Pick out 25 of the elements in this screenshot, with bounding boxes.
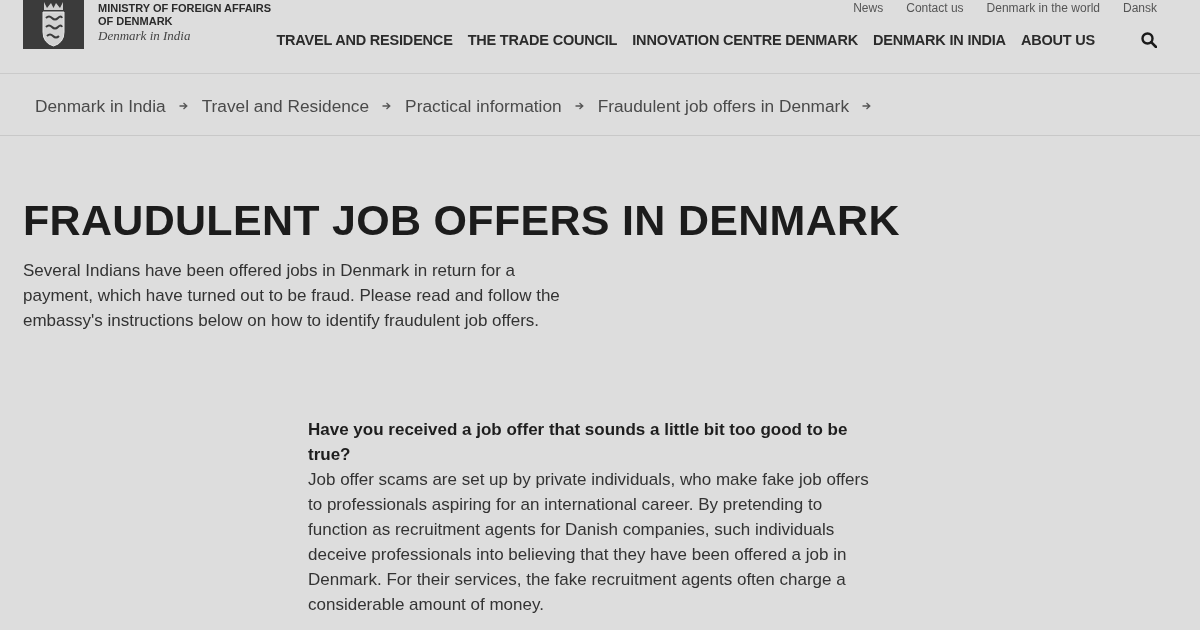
section-heading: Have you received a job offer that sounds a little bit too good to be true? [308,419,849,466]
breadcrumb-link[interactable]: Fraudulent job offers in Denmark [597,94,850,117]
nav-link[interactable]: INNOVATION CENTRE DENMARK [632,30,858,50]
utility-link[interactable]: Dansk [1123,1,1157,15]
breadcrumb-link[interactable]: Denmark in India [35,94,166,117]
arrow-right-icon [178,101,188,110]
ministry-name: MINISTRY OF FOREIGN AFFAIRS [98,2,272,15]
nav-link[interactable]: TRAVEL AND RESIDENCE [276,30,453,50]
site-subtitle: Denmark in India [98,28,191,43]
intro-paragraph: Several Indians have been offered jobs in Denmark in return for a payment, which have turned out to be fraud. Please read and follow the embassy's instructions below on how to identify fraudulent job offers. [23,260,561,332]
nav-link[interactable]: ABOUT US [1020,30,1095,50]
arrow-right-icon [862,101,872,110]
page-title: FRAUDULENT JOB OFFERS IN DENMARK [23,195,901,246]
search-icon[interactable] [1141,32,1157,48]
arrow-right-icon [574,101,584,110]
arrow-right-icon [382,101,392,110]
utility-link[interactable]: News [853,1,884,15]
nav-link[interactable]: THE TRADE COUNCIL [467,30,618,50]
section-paragraph: Job offer scams are set up by private individuals, who make fake job offers to professionals aspiring for an international career. By pretending to function as recruitment agents for Danish companies, such individuals deceive professionals into believing that they have been offered a job in Denmark. For their services, the fake recruitment agents often charge a considerable amount of money. [308,469,870,616]
nav-link[interactable]: DENMARK IN INDIA [872,30,1006,50]
breadcrumb-link[interactable]: Practical information [405,94,562,117]
utility-link[interactable]: Denmark in the world [986,1,1100,15]
utility-link[interactable]: Contact us [906,1,964,15]
ministry-name: OF DENMARK [98,15,173,28]
breadcrumb-link[interactable]: Travel and Residence [201,94,370,117]
